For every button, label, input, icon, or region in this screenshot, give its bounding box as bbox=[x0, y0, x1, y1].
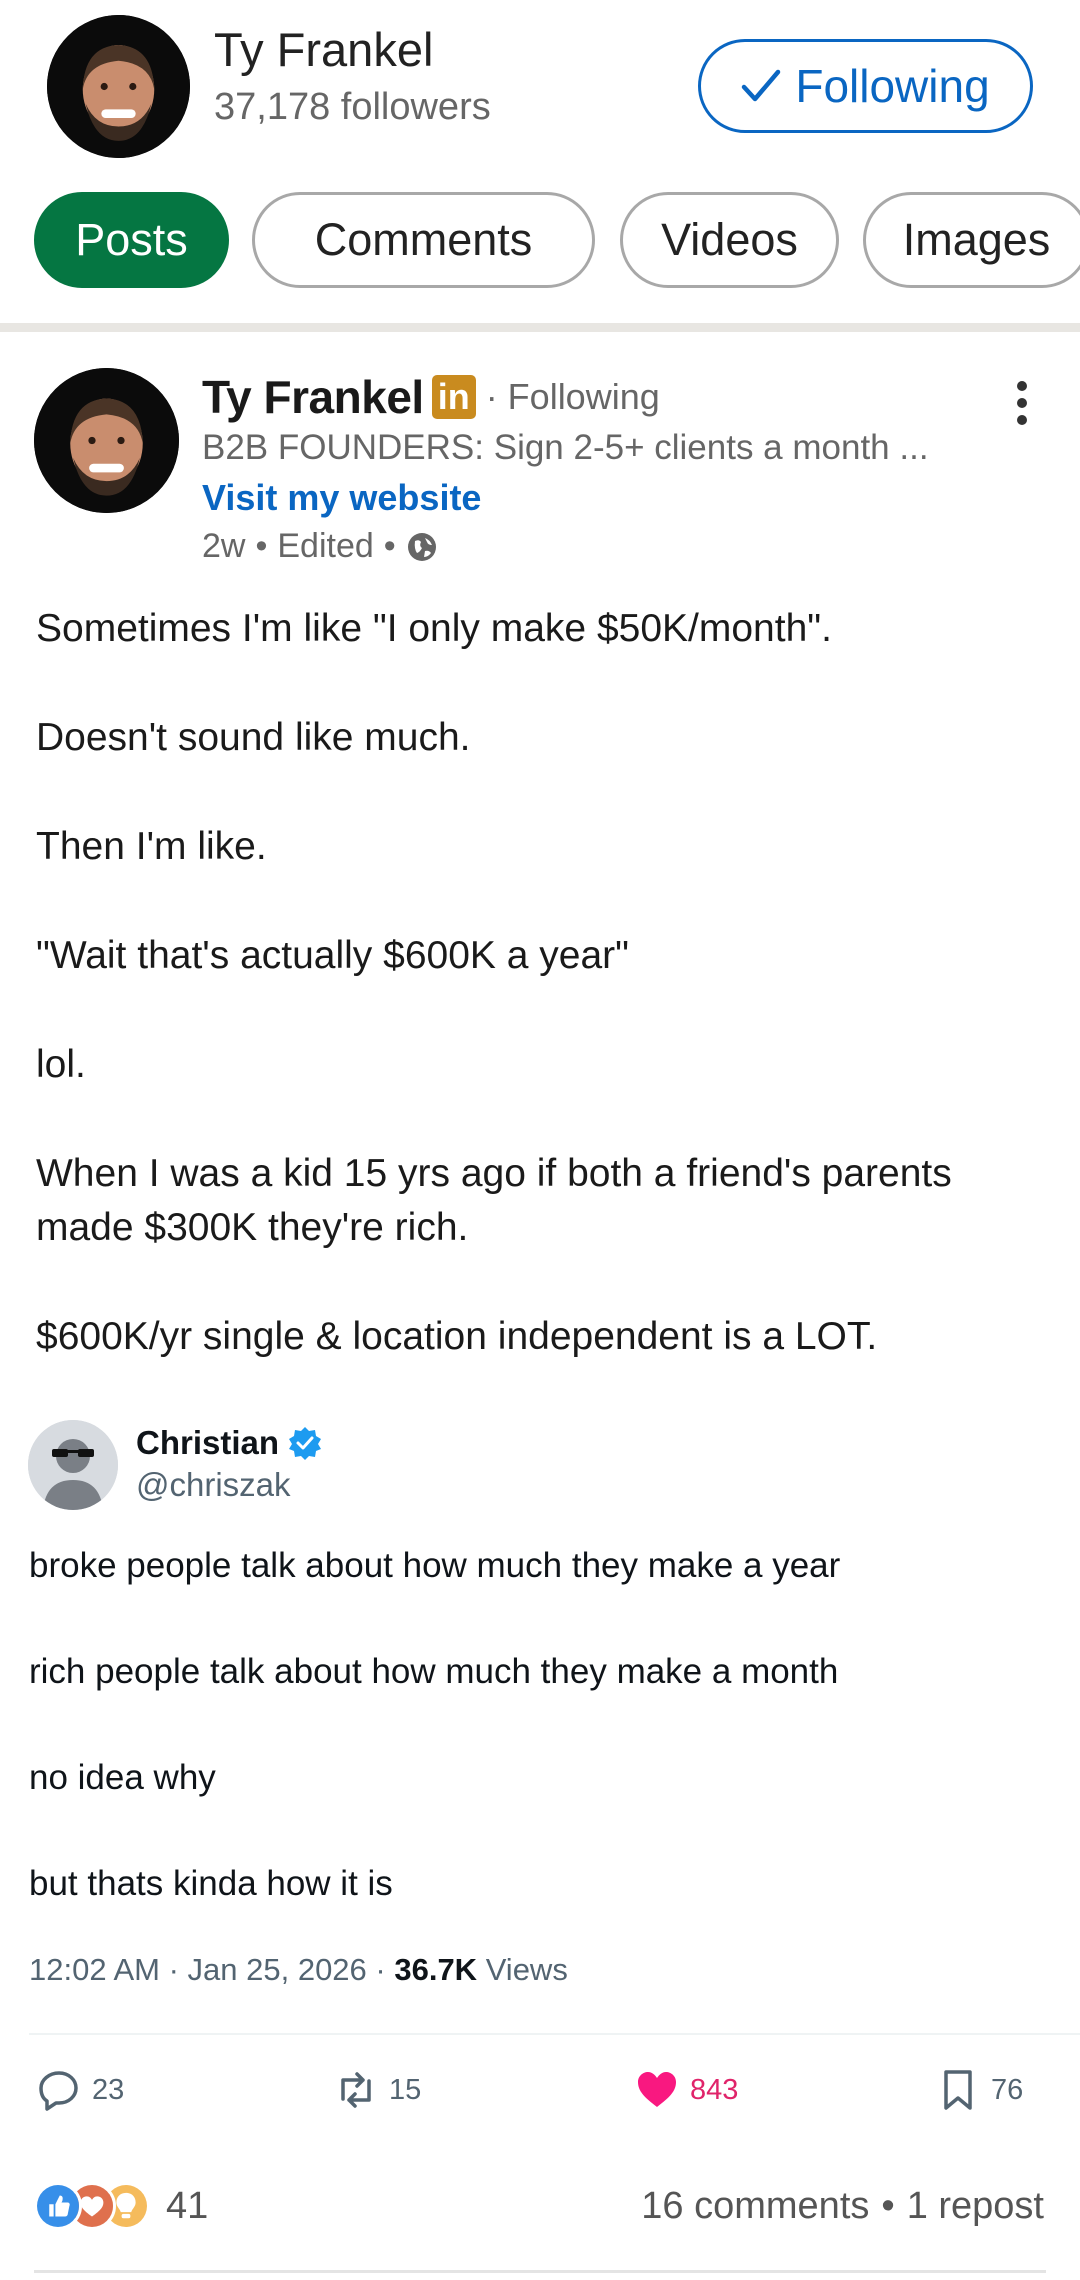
tweet-divider bbox=[29, 2033, 1080, 2035]
meta-separator: • bbox=[383, 527, 396, 565]
tweet-bookmark-button[interactable]: 76 bbox=[935, 2060, 1023, 2120]
post-author-row: Ty Frankel in · Following bbox=[202, 368, 660, 426]
tweet-body: broke people talk about how much they ma… bbox=[29, 1538, 1039, 1912]
comments-reposts-summary[interactable]: 16 comments • 1 repost bbox=[641, 2180, 1044, 2232]
post-author-headline: B2B FOUNDERS: Sign 2-5+ clients a month … bbox=[202, 428, 929, 467]
tweet-author-row: Christian bbox=[136, 1420, 323, 1466]
post-text-paragraph: When I was a kid 15 yrs ago if both a fr… bbox=[36, 1152, 952, 1249]
tweet-timestamp: 12:02 AM · Jan 25, 2026 · 36.7K Views bbox=[29, 1952, 568, 1988]
heart-icon bbox=[638, 2072, 676, 2107]
section-divider bbox=[0, 323, 1080, 332]
tab-videos[interactable]: Videos bbox=[620, 192, 839, 288]
post-text-paragraph: lol. bbox=[36, 1043, 86, 1086]
profile-name: Ty Frankel bbox=[214, 23, 434, 76]
profile-header: Ty Frankel 37,178 followers Following bbox=[0, 0, 1080, 160]
comments-count[interactable]: 16 comments bbox=[641, 2185, 869, 2228]
post-text-paragraph: "Wait that's actually $600K a year" bbox=[36, 934, 629, 977]
reaction-count: 41 bbox=[166, 2184, 209, 2227]
reactions-summary[interactable]: 41 bbox=[34, 2180, 208, 2232]
post-author-avatar[interactable] bbox=[34, 368, 179, 513]
tweet-views-label: Views bbox=[477, 1952, 568, 1987]
tweet-retweet-count: 15 bbox=[389, 2073, 422, 2106]
post-text-paragraph: Sometimes I'm like "I only make $50K/mon… bbox=[36, 607, 832, 650]
activity-tabs: Posts Comments Videos Images bbox=[34, 192, 1080, 288]
tweet-like-count: 843 bbox=[690, 2073, 739, 2106]
more-vertical-icon bbox=[1017, 381, 1027, 425]
engagement-separator: • bbox=[881, 2184, 895, 2227]
post-author-name[interactable]: Ty Frankel bbox=[202, 370, 424, 424]
tweet-like-button[interactable]: 843 bbox=[634, 2060, 738, 2120]
post-text-paragraph: Then I'm like. bbox=[36, 825, 267, 868]
tab-posts[interactable]: Posts bbox=[34, 192, 229, 288]
tweet-author-name: Christian bbox=[136, 1424, 280, 1461]
globe-icon bbox=[407, 532, 436, 561]
retweet-icon bbox=[341, 2072, 371, 2108]
post-body: Sometimes I'm like "I only make $50K/mon… bbox=[36, 602, 1046, 1364]
tweet-action-bar: 23 15 843 76 bbox=[0, 2060, 1080, 2120]
post-time: 2w bbox=[202, 527, 246, 565]
following-button[interactable]: Following bbox=[698, 39, 1033, 133]
tweet-reply-button[interactable]: 23 bbox=[36, 2060, 124, 2120]
post-edited-label: Edited bbox=[277, 527, 374, 565]
tweet-retweet-button[interactable]: 15 bbox=[333, 2060, 421, 2120]
linkedin-premium-icon: in bbox=[431, 375, 476, 419]
post-more-options-button[interactable] bbox=[1000, 378, 1044, 428]
bottom-divider bbox=[34, 2270, 1046, 2273]
post-text-paragraph: $600K/yr single & location independent i… bbox=[36, 1315, 878, 1358]
tab-comments[interactable]: Comments bbox=[252, 192, 595, 288]
tweet-text-line: no idea why bbox=[29, 1758, 216, 1797]
tweet-views-count: 36.7K bbox=[394, 1952, 478, 1987]
tweet-reply-count: 23 bbox=[92, 2073, 125, 2106]
tweet-time-date: 12:02 AM · Jan 25, 2026 · bbox=[29, 1952, 395, 1987]
visit-website-link[interactable]: Visit my website bbox=[202, 477, 481, 519]
tweet-bookmark-count: 76 bbox=[991, 2073, 1024, 2106]
meta-separator: • bbox=[255, 527, 268, 565]
verified-badge-icon bbox=[289, 1427, 322, 1460]
check-icon bbox=[742, 69, 781, 102]
tweet-author-avatar bbox=[28, 1420, 118, 1510]
tweet-text-line: rich people talk about how much they mak… bbox=[29, 1652, 839, 1691]
reply-icon bbox=[39, 2071, 78, 2111]
reposts-count[interactable]: 1 repost bbox=[907, 2185, 1044, 2228]
tweet-text-line: but thats kinda how it is bbox=[29, 1864, 393, 1903]
post-follow-status: · Following bbox=[485, 376, 660, 417]
profile-follower-count: 37,178 followers bbox=[214, 86, 491, 128]
reaction-icons bbox=[34, 2180, 154, 2232]
tweet-author-handle: @chriszak bbox=[136, 1466, 291, 1503]
post-meta: 2w • Edited • bbox=[202, 527, 438, 566]
bookmark-icon bbox=[944, 2070, 972, 2110]
following-button-label: Following bbox=[795, 60, 990, 112]
tweet-text-line: broke people talk about how much they ma… bbox=[29, 1546, 841, 1585]
tab-images[interactable]: Images bbox=[863, 192, 1080, 288]
post-text-paragraph: Doesn't sound like much. bbox=[36, 716, 471, 759]
profile-avatar[interactable] bbox=[47, 15, 190, 158]
like-reaction-icon bbox=[34, 2182, 82, 2230]
